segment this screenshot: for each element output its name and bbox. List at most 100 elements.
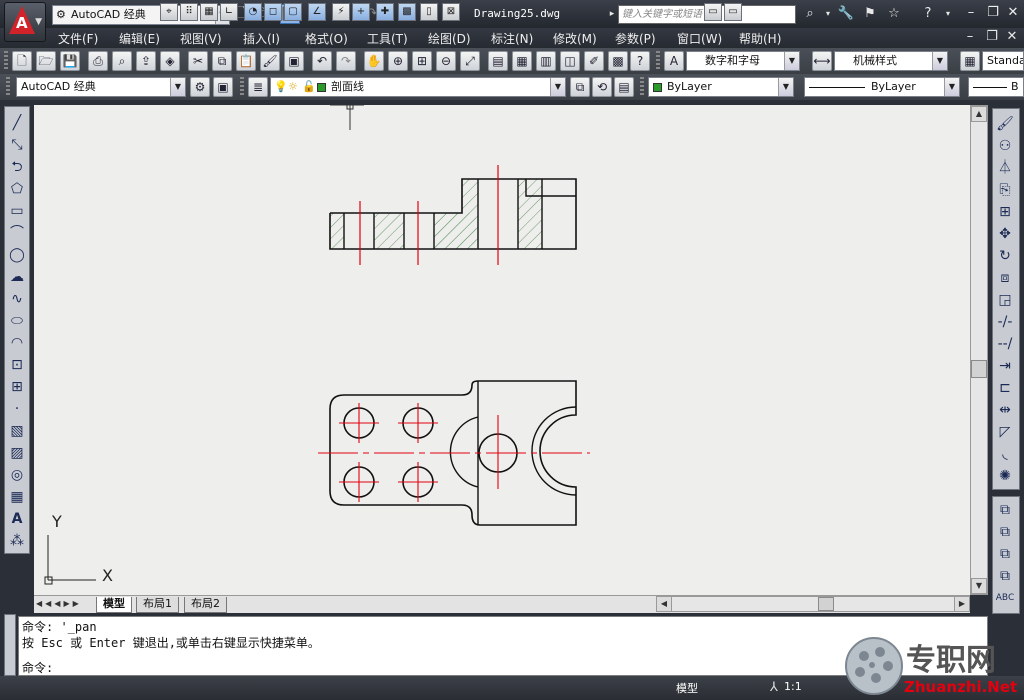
menu-help[interactable]: 帮助(H) bbox=[739, 30, 781, 47]
quick-view-drawings-icon[interactable]: ▭ bbox=[724, 3, 742, 21]
table-style-combo[interactable]: Standa bbox=[982, 51, 1024, 71]
revision-cloud-icon[interactable]: ☁ bbox=[7, 267, 27, 287]
ellipse-arc-icon[interactable]: ◠ bbox=[7, 333, 27, 353]
ellipse-icon[interactable]: ⬭ bbox=[7, 311, 27, 331]
toolbar-grip[interactable] bbox=[640, 77, 644, 97]
scroll-down-arrow[interactable]: ▼ bbox=[971, 578, 987, 594]
grid-display-icon[interactable]: ▦ bbox=[200, 3, 218, 21]
layer-manager-icon[interactable]: ≣ bbox=[248, 77, 268, 97]
break-at-point-icon[interactable]: ⇥ bbox=[995, 356, 1015, 376]
drawing-canvas[interactable]: X Y bbox=[34, 102, 970, 595]
tab-layout2[interactable]: 布局2 bbox=[184, 597, 227, 613]
text-style-icon[interactable]: A bbox=[664, 51, 684, 71]
open-icon[interactable]: 🗁 bbox=[36, 51, 56, 71]
tab-layout1[interactable]: 布局1 bbox=[136, 597, 179, 613]
3d-object-snap-icon[interactable]: ▢ bbox=[284, 3, 302, 21]
binoculars-icon[interactable]: ⌕ bbox=[800, 4, 820, 24]
polar-tracking-icon[interactable]: ◔ bbox=[244, 3, 262, 21]
circle-icon[interactable]: ◯ bbox=[7, 245, 27, 265]
table-icon[interactable]: ▦ bbox=[7, 487, 27, 507]
layer-previous-icon[interactable]: ⟲ bbox=[592, 77, 612, 97]
copy-object-icon[interactable]: ⚇ bbox=[995, 136, 1015, 156]
insert-block-icon[interactable]: ⊡ bbox=[7, 355, 27, 375]
object-snap-tracking-icon[interactable]: ∠ bbox=[308, 3, 326, 21]
region-icon[interactable]: ◎ bbox=[7, 465, 27, 485]
match-properties-icon[interactable]: 🖌 bbox=[260, 51, 280, 71]
text-style-combo[interactable]: 数字和字母 ▼ bbox=[686, 51, 800, 71]
line-icon[interactable]: ╱ bbox=[7, 113, 27, 133]
horizontal-scrollbar[interactable] bbox=[656, 596, 970, 612]
color-combo[interactable]: ByLayer ▼ bbox=[648, 77, 794, 97]
horizontal-scroll-thumb[interactable] bbox=[818, 597, 834, 611]
ortho-mode-icon[interactable]: ∟ bbox=[220, 3, 238, 21]
rectangle-icon[interactable]: ▭ bbox=[7, 201, 27, 221]
quick-properties-icon[interactable]: ▯ bbox=[420, 3, 438, 21]
send-to-back-icon[interactable]: ⧉ bbox=[995, 522, 1015, 542]
move-icon[interactable]: ✥ bbox=[995, 224, 1015, 244]
menu-view[interactable]: 视图(V) bbox=[180, 30, 222, 47]
object-snap-icon[interactable]: ◻ bbox=[264, 3, 282, 21]
make-current-layer-icon[interactable]: ⧉ bbox=[570, 77, 590, 97]
annotation-scale-icon[interactable]: ⅄ bbox=[764, 678, 784, 698]
hatch-icon[interactable]: ▧ bbox=[7, 421, 27, 441]
zoom-extents-icon[interactable]: ⤢ bbox=[460, 51, 480, 71]
scale-icon[interactable]: ⧈ bbox=[995, 268, 1015, 288]
menu-format[interactable]: 格式(O) bbox=[305, 30, 348, 47]
tab-model[interactable]: 模型 bbox=[96, 597, 132, 613]
trim-icon[interactable]: -/- bbox=[995, 312, 1015, 332]
communication-center-icon[interactable]: ⚑ bbox=[860, 4, 880, 24]
workspace-settings-icon[interactable]: ⚙ bbox=[190, 77, 210, 97]
annotation-scale-label[interactable]: 1:1 bbox=[784, 680, 802, 693]
design-center-icon[interactable]: ▦ bbox=[512, 51, 532, 71]
application-menu-button[interactable]: A ▼ bbox=[4, 2, 46, 42]
menu-draw[interactable]: 绘图(D) bbox=[428, 30, 471, 47]
scroll-up-arrow[interactable]: ▲ bbox=[971, 106, 987, 122]
scroll-right-arrow[interactable]: ▶ bbox=[954, 596, 970, 612]
layer-state-icon[interactable]: ▤ bbox=[614, 77, 634, 97]
gradient-icon[interactable]: ▨ bbox=[7, 443, 27, 463]
sheet-set-icon[interactable]: ◫ bbox=[560, 51, 580, 71]
workspace-combo[interactable]: AutoCAD 经典 ▼ bbox=[16, 77, 186, 97]
restore-button[interactable]: ❐ bbox=[984, 5, 1002, 23]
text-to-front-icon[interactable]: ABC bbox=[995, 588, 1015, 608]
make-block-icon[interactable]: ⊞ bbox=[7, 377, 27, 397]
menu-close-button[interactable]: ✕ bbox=[1002, 28, 1022, 46]
toolbar-grip[interactable] bbox=[4, 51, 8, 71]
toolbar-grip[interactable] bbox=[656, 51, 660, 71]
properties-icon[interactable]: ▤ bbox=[488, 51, 508, 71]
table-style-icon[interactable]: ▦ bbox=[960, 51, 980, 71]
favorites-icon[interactable]: ☆ bbox=[884, 4, 904, 24]
close-button[interactable]: ✕ bbox=[1004, 5, 1022, 23]
dim-style-combo[interactable]: 机械样式 ▼ bbox=[834, 51, 948, 71]
polyline-icon[interactable]: ⮌ bbox=[7, 157, 27, 177]
join-icon[interactable]: ⇹ bbox=[995, 400, 1015, 420]
transparency-icon[interactable]: ▩ bbox=[398, 3, 416, 21]
bring-to-front-icon[interactable]: ⧉ bbox=[995, 500, 1015, 520]
zoom-previous-icon[interactable]: ⊖ bbox=[436, 51, 456, 71]
help-dropdown-icon[interactable]: ▾ bbox=[938, 4, 958, 24]
toolbar-grip[interactable] bbox=[6, 77, 10, 97]
menu-modify[interactable]: 修改(M) bbox=[553, 30, 597, 47]
print-preview-icon[interactable]: ⌕ bbox=[112, 51, 132, 71]
undo-icon[interactable]: ↶ bbox=[312, 51, 332, 71]
send-under-icon[interactable]: ⧉ bbox=[995, 566, 1015, 586]
menu-minimize-button[interactable]: – bbox=[960, 28, 980, 46]
vertical-scrollbar[interactable] bbox=[970, 105, 988, 595]
3d-dwf-icon[interactable]: ◈ bbox=[160, 51, 180, 71]
menu-dimension[interactable]: 标注(N) bbox=[491, 30, 533, 47]
explode-icon[interactable]: ✺ bbox=[995, 466, 1015, 486]
menu-parametric[interactable]: 参数(P) bbox=[615, 30, 656, 47]
menu-restore-button[interactable]: ❐ bbox=[982, 28, 1002, 46]
stretch-icon[interactable]: ◲ bbox=[995, 290, 1015, 310]
menu-file[interactable]: 文件(F) bbox=[58, 30, 98, 47]
clean-screen-icon[interactable]: ▣ bbox=[213, 77, 233, 97]
bring-above-icon[interactable]: ⧉ bbox=[995, 544, 1015, 564]
break-icon[interactable]: ⊏ bbox=[995, 378, 1015, 398]
help-icon[interactable]: ? bbox=[630, 51, 650, 71]
menu-edit[interactable]: 编辑(E) bbox=[119, 30, 160, 47]
toolbar-grip[interactable] bbox=[240, 77, 244, 97]
layer-combo[interactable]: 💡 ☼ 🔓 剖面线 ▼ bbox=[270, 77, 566, 97]
minimize-button[interactable]: – bbox=[962, 5, 980, 23]
block-editor-icon[interactable]: ▣ bbox=[284, 51, 304, 71]
snap-mode-icon[interactable]: ⠿ bbox=[180, 3, 198, 21]
